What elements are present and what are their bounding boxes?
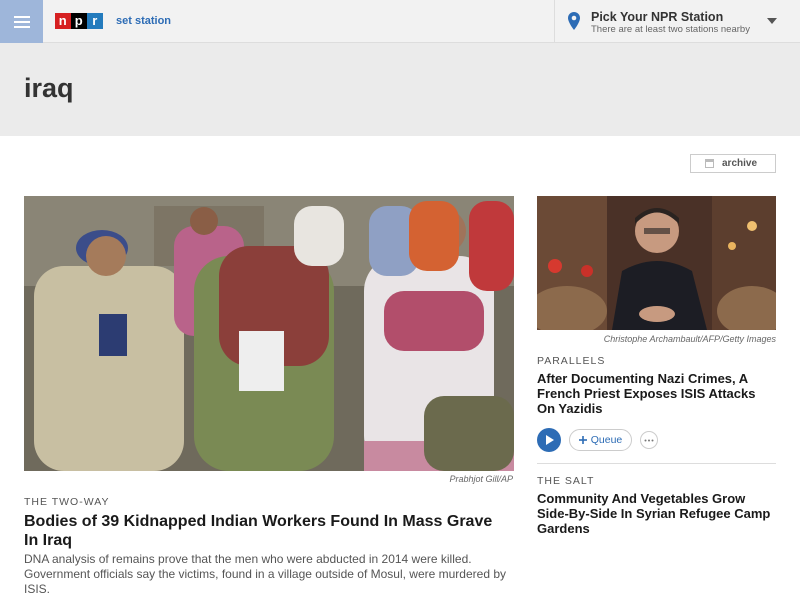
play-icon (546, 435, 554, 445)
side-story-slug[interactable]: PARALLELS (537, 355, 605, 367)
location-pin-icon (568, 12, 580, 30)
station-picker[interactable]: Pick Your NPR Station There are at least… (554, 0, 800, 43)
side-story-image-credit: Christophe Archambault/AFP/Getty Images (603, 334, 776, 344)
calendar-icon (705, 159, 714, 168)
set-station-link[interactable]: set station (116, 15, 171, 27)
side-story-slug[interactable]: THE SALT (537, 475, 594, 487)
page-header: iraq (0, 43, 800, 136)
menu-icon (13, 25, 30, 28)
side-story-image[interactable] (537, 196, 776, 330)
station-picker-title: Pick Your NPR Station (591, 10, 724, 24)
caret-down-icon (767, 18, 777, 24)
side-story-headline[interactable]: Community And Vegetables Grow Side-By-Si… (537, 491, 777, 536)
more-options-button[interactable] (640, 431, 658, 449)
menu-icon (13, 15, 30, 18)
menu-icon (13, 20, 30, 23)
npr-logo-letter: p (71, 13, 87, 29)
queue-button[interactable]: Queue (569, 429, 632, 451)
side-story-headline[interactable]: After Documenting Nazi Crimes, A French … (537, 371, 777, 416)
npr-logo-letter: n (55, 13, 71, 29)
queue-label: Queue (590, 434, 623, 446)
main-story-photo (24, 196, 514, 471)
side-story-photo (537, 196, 776, 330)
play-button[interactable] (537, 428, 561, 452)
more-icon (644, 439, 654, 441)
npr-logo[interactable]: n p r (55, 13, 103, 29)
plus-icon (578, 436, 587, 444)
npr-logo-letter: r (87, 13, 103, 29)
main-story-headline[interactable]: Bodies of 39 Kidnapped Indian Workers Fo… (24, 512, 504, 550)
main-story-image-credit: Prabhjot Gill/AP (449, 474, 513, 484)
menu-button[interactable] (0, 0, 43, 43)
main-story-teaser[interactable]: DNA analysis of remains prove that the m… (24, 552, 514, 594)
station-picker-subtitle: There are at least two stations nearby (591, 24, 750, 35)
main-story-image[interactable] (24, 196, 514, 471)
archive-label: archive (722, 158, 758, 169)
page-title: iraq (24, 73, 74, 103)
top-bar: n p r set station Pick Your NPR Station … (0, 0, 800, 43)
story-divider (537, 463, 776, 464)
main-story-slug[interactable]: THE TWO-WAY (24, 496, 109, 508)
archive-button[interactable]: archive (690, 154, 776, 173)
